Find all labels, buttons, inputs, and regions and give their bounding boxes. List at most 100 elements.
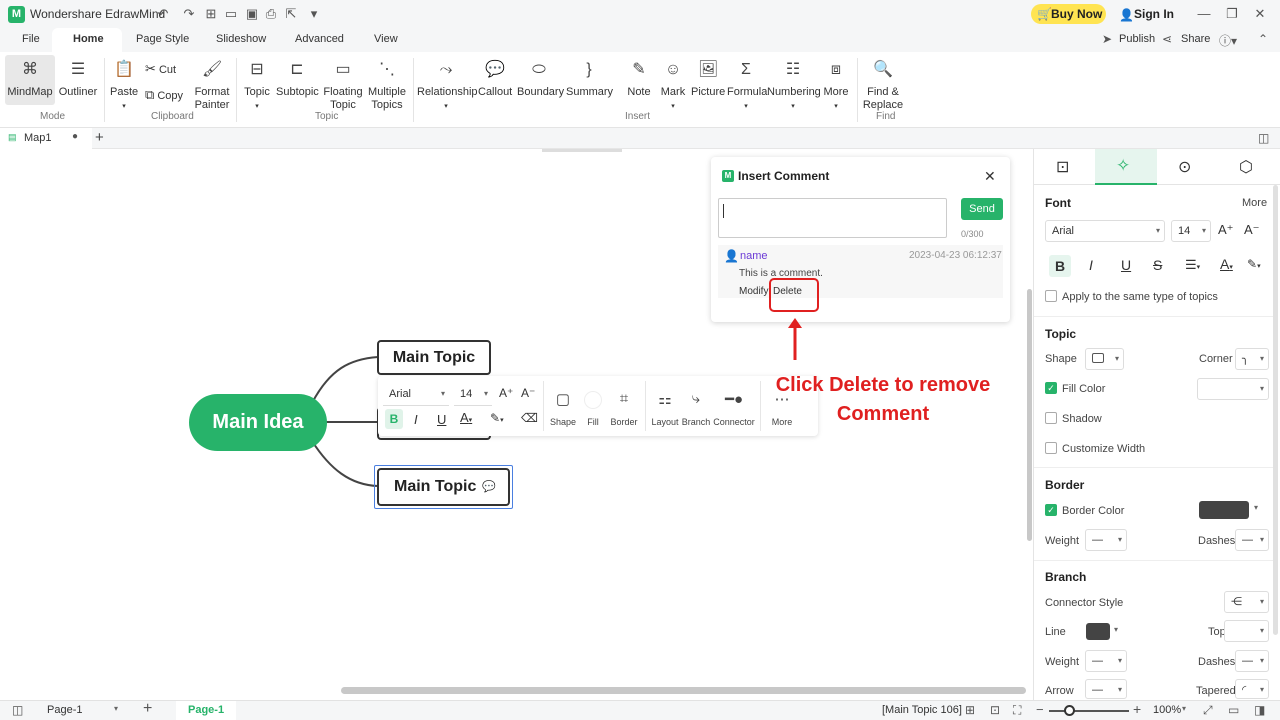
menu-slideshow[interactable]: Slideshow (216, 33, 266, 45)
strikethrough-icon[interactable]: S (1153, 257, 1162, 273)
border-icon[interactable]: ⌗ (614, 390, 634, 407)
export-icon[interactable]: ⇱ (283, 6, 299, 22)
send-button[interactable]: Send (961, 198, 1003, 220)
border-dashes-select[interactable]: — ▾ (1235, 529, 1269, 551)
restore-icon[interactable]: ❐ (1224, 6, 1240, 22)
collapse-ribbon-icon[interactable]: ⌃ (1258, 32, 1268, 46)
customize-width-checkbox[interactable] (1045, 442, 1057, 454)
border-color-checkbox[interactable]: ✓ (1045, 504, 1057, 516)
open-folder-icon[interactable]: ▭ (223, 6, 239, 22)
underline-toggle-icon[interactable]: U (1121, 257, 1131, 273)
fullscreen-icon[interactable]: ⛶ (1013, 703, 1021, 718)
menu-page-style[interactable]: Page Style (136, 33, 189, 45)
more-insert-button[interactable]: ⧈ More ▾ (822, 60, 850, 113)
callout-button[interactable]: 💬 Callout (478, 60, 512, 99)
minimize-icon[interactable]: — (1196, 6, 1212, 22)
comment-indicator-icon[interactable]: 💬 (482, 470, 496, 504)
align-icon[interactable]: ☰▾ (1185, 257, 1200, 273)
sign-in-button[interactable]: Sign In (1134, 7, 1174, 21)
chevron-down-icon[interactable]: ▾ (1114, 625, 1118, 634)
fit-page-icon[interactable]: ⊞ (965, 703, 975, 717)
style-tab[interactable]: ✧ (1095, 149, 1157, 185)
collapse-panel-icon[interactable]: ◨ (1254, 703, 1265, 717)
text-highlight-icon[interactable]: ✎▾ (1247, 257, 1261, 271)
page-tab[interactable]: Page-1 (176, 701, 236, 720)
border-color-swatch[interactable] (1199, 501, 1249, 519)
outliner-mode-button[interactable]: ☰ Outliner (58, 60, 98, 99)
horizontal-scrollbar[interactable] (341, 687, 1026, 694)
unsaved-dot-icon[interactable]: ● (72, 131, 78, 142)
border-weight-select[interactable]: — ▾ (1085, 529, 1127, 551)
underline-icon[interactable]: U (437, 412, 446, 427)
cut-button[interactable]: ✂ Cut (145, 62, 185, 77)
increase-font-icon[interactable]: A⁺ (499, 386, 513, 400)
zoom-slider-track[interactable] (1049, 710, 1129, 712)
redo-icon[interactable]: ↷ (181, 6, 197, 22)
bold-toggle-icon[interactable]: B (1049, 255, 1071, 277)
line-color-swatch[interactable] (1086, 623, 1110, 640)
shadow-checkbox[interactable] (1045, 412, 1057, 424)
numbering-button[interactable]: ☷ Numbering ▾ (767, 60, 821, 113)
boundary-button[interactable]: ⬭ Boundary (517, 60, 564, 99)
more-font-link[interactable]: More (1242, 197, 1267, 209)
tapered-select[interactable]: ◜ ▾ (1235, 679, 1269, 699)
summary-button[interactable]: } Summary (566, 60, 613, 99)
help-icon[interactable]: ⓘ▾ (1219, 32, 1237, 49)
find-replace-button[interactable]: 🔍 Find & Replace (862, 60, 904, 112)
presentation-icon[interactable]: ▭ (1228, 703, 1239, 717)
zoom-level[interactable]: 100% (1153, 704, 1181, 716)
toggle-panel-icon[interactable]: ◫ (1258, 131, 1269, 145)
highlight-icon[interactable]: ✎▾ (490, 411, 504, 425)
page-select[interactable]: Page-1 ▾ (40, 702, 124, 719)
branch-weight-select[interactable]: — ▾ (1085, 650, 1127, 672)
font-color-icon[interactable]: A▾ (460, 410, 472, 425)
share-button[interactable]: Share (1181, 33, 1210, 45)
main-topic-1[interactable]: Main Topic (377, 340, 491, 375)
fill-color-select[interactable]: ▾ (1197, 378, 1269, 400)
decrease-font-icon[interactable]: A⁻ (521, 386, 535, 400)
picture-button[interactable]: 🖼 Picture (691, 60, 725, 99)
multiple-topics-button[interactable]: ⋱ Multiple Topics (366, 60, 408, 112)
panel-scrollbar[interactable] (1273, 185, 1278, 635)
formula-button[interactable]: Σ Formula ▾ (727, 60, 767, 113)
close-icon[interactable]: ✕ (984, 168, 996, 185)
expand-icon[interactable]: ⤢ (1203, 703, 1213, 718)
connector-icon[interactable]: ━● (724, 390, 744, 408)
connector-style-select[interactable]: ⋲ ▾ (1224, 591, 1269, 613)
undo-icon[interactable]: ↶ (155, 6, 171, 22)
mark-button[interactable]: ☺ Mark ▾ (658, 60, 688, 113)
italic-icon[interactable]: I (414, 412, 418, 427)
relationship-button[interactable]: ⤳ Relationship ▾ (417, 60, 478, 113)
paste-button[interactable]: 📋 Paste ▾ (110, 60, 138, 113)
theme-tab-icon[interactable]: ⬡ (1239, 157, 1253, 177)
chevron-down-icon[interactable]: ▾ (1254, 503, 1258, 512)
new-file-icon[interactable]: ⊞ (203, 6, 219, 22)
layout-icon[interactable]: ⚏ (655, 390, 675, 408)
menu-file[interactable]: File (22, 33, 40, 45)
italic-toggle-icon[interactable]: I (1089, 257, 1093, 273)
font-size-select[interactable]: 14 ▾ (1171, 220, 1211, 242)
print-icon[interactable]: ⎙ (263, 6, 279, 22)
fit-width-icon[interactable]: ⊡ (990, 703, 1000, 717)
comment-input[interactable] (718, 198, 947, 238)
note-button[interactable]: ✎ Note (624, 60, 654, 99)
zoom-slider-handle[interactable] (1064, 705, 1075, 716)
menu-advanced[interactable]: Advanced (295, 33, 344, 45)
add-tab-icon[interactable]: + (95, 129, 104, 146)
buy-now-button[interactable]: 🛒 Buy Now (1031, 4, 1106, 24)
floating-topic-button[interactable]: ▭ Floating Topic (322, 60, 364, 112)
main-topic-3[interactable]: Main Topic 💬 (377, 468, 510, 506)
close-window-icon[interactable]: ✕ (1252, 6, 1268, 22)
increase-font-size-icon[interactable]: A⁺ (1218, 222, 1234, 238)
copy-button[interactable]: ⧉ Copy (145, 88, 190, 103)
bold-icon[interactable]: B (385, 409, 403, 429)
modify-link[interactable]: Modify (739, 286, 768, 297)
decrease-font-size-icon[interactable]: A⁻ (1244, 222, 1260, 238)
shape-select[interactable]: ▾ (1085, 348, 1124, 370)
subtopic-button[interactable]: ⊏ Subtopic (276, 60, 319, 99)
format-painter-button[interactable]: 🖌 Format Painter (193, 60, 231, 112)
floatbar-size-select[interactable]: 14 ▾ (454, 384, 492, 406)
publish-button[interactable]: Publish (1119, 33, 1155, 45)
branch-icon[interactable]: ⤷ (686, 390, 706, 407)
mindmap-mode-button[interactable]: ⌘ MindMap (7, 60, 53, 99)
